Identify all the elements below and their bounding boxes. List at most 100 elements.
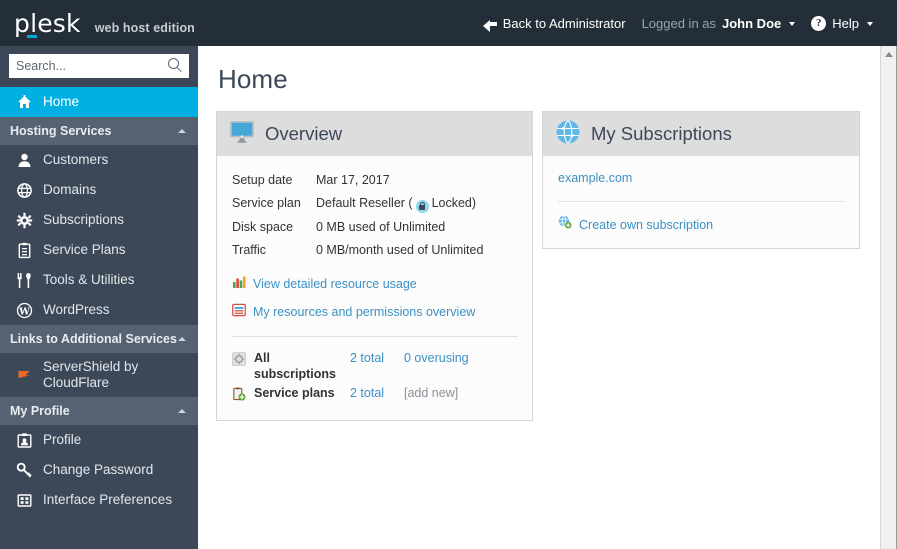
scroll-up-button[interactable] [881,46,897,63]
wordpress-icon: W [16,302,33,319]
top-header-bar: plesk web host edition Back to Administr… [0,0,897,46]
gear-icon [16,212,33,229]
sidebar-item-label: Service Plans [43,242,126,258]
subscription-domain-link[interactable]: example.com [558,171,632,185]
service-plans-total-link[interactable]: 2 total [350,386,384,400]
list-panel-icon [232,303,246,322]
panels-container: Overview Setup date Mar 17, 2017 Service… [216,111,860,421]
view-resource-usage-row[interactable]: View detailed resource usage [232,275,518,294]
stat-name: Service plans [254,385,335,400]
sidebar-item-label: WordPress [43,302,110,318]
divider [558,201,845,202]
bar-chart-icon [232,275,246,294]
sidebar: Home Hosting Services Customers [0,46,198,549]
chevron-down-icon [789,22,796,26]
sidebar-item-label: Interface Preferences [43,492,173,508]
grid-icon [16,492,33,509]
sidebar-item-subscriptions[interactable]: Subscriptions [0,205,198,235]
clipboard-icon [16,242,33,259]
service-plans-add-new-link[interactable]: [add new] [404,386,458,400]
sidebar-section-my-profile[interactable]: My Profile [0,397,198,425]
service-plan-add-icon [232,384,254,407]
body-wrapper: Home Hosting Services Customers [0,46,897,549]
overview-key: Disk space [232,219,294,234]
sidebar-item-label: Change Password [43,462,154,478]
overview-value: Mar 17, 2017 [316,173,390,187]
user-icon [16,152,33,169]
overview-panel-body: Setup date Mar 17, 2017 Service plan Def… [217,156,532,420]
sidebar-item-tools-utilities[interactable]: Tools & Utilities [0,265,198,295]
sidebar-item-label: Customers [43,152,109,168]
sidebar-item-home[interactable]: Home [0,87,198,117]
back-to-administrator-label: Back to Administrator [502,15,626,31]
sidebar-item-interface-preferences[interactable]: Interface Preferences [0,485,198,515]
create-subscription-row[interactable]: Create own subscription [558,215,845,234]
table-row: All subscriptions 2 total 0 overusing [232,349,518,384]
scrollbar-track[interactable] [881,63,897,549]
globe-blue-icon [555,119,581,150]
my-subscriptions-panel: My Subscriptions example.com Create own … [542,111,860,249]
overview-key: Setup date [232,173,293,187]
page-title: Home [218,64,288,94]
page-scrollbar[interactable] [880,46,897,549]
user-name-label: John Doe [722,15,782,31]
table-row: Setup date Mar 17, 2017 [232,169,518,192]
overview-value: 0 MB used of Unlimited [316,219,446,234]
sidebar-item-servershield-cloudflare[interactable]: ServerShield by CloudFlare [0,353,198,397]
sidebar-item-label: Home [43,94,80,110]
chevron-up-icon [178,129,186,133]
logo-accent-underline [26,35,37,38]
view-resource-usage-link[interactable]: View detailed resource usage [253,277,417,291]
tools-icon [16,272,33,289]
flag-icon [16,367,33,384]
create-own-subscription-link[interactable]: Create own subscription [579,218,713,232]
sidebar-item-service-plans[interactable]: Service Plans [0,235,198,265]
chevron-up-icon [885,52,893,57]
sidebar-item-label: Tools & Utilities [43,272,135,288]
plesk-logo[interactable]: plesk web host edition [14,8,195,38]
sidebar-item-customers[interactable]: Customers [0,145,198,175]
chevron-up-icon [178,337,186,341]
overview-value-service-plan: Default Reseller ( Locked) [316,192,518,215]
sidebar-item-domains[interactable]: Domains [0,175,198,205]
search-box[interactable] [9,54,189,78]
sidebar-section-label: Links to Additional Services [10,332,177,346]
overview-panel-title: Overview [265,123,343,144]
sidebar-item-profile[interactable]: Profile [0,425,198,455]
help-menu[interactable]: ? Help [811,15,873,31]
search-input[interactable] [9,54,189,78]
sidebar-filler [0,515,198,549]
plesk-app-window: plesk web host edition Back to Administr… [0,0,897,549]
my-subscriptions-panel-header: My Subscriptions [543,112,859,156]
table-row: Traffic 0 MB/month used of Unlimited [232,239,518,262]
overview-key: Service plan [232,196,301,211]
sidebar-section-label: My Profile [10,404,70,418]
logo-wordmark: plesk [14,8,81,38]
my-subscriptions-panel-body: example.com Create own subscription [543,156,859,248]
sidebar-item-wordpress[interactable]: W WordPress [0,295,198,325]
key-icon [16,462,33,479]
chevron-down-icon [867,22,873,26]
all-subscriptions-total-link[interactable]: 2 total [350,351,384,365]
overview-panel: Overview Setup date Mar 17, 2017 Service… [216,111,533,421]
sidebar-item-label: Subscriptions [43,212,125,228]
sidebar-item-label: Domains [43,182,97,198]
service-plan-value: Default Reseller ( Locked) [316,194,476,213]
back-to-administrator-link[interactable]: Back to Administrator [482,15,626,32]
sidebar-item-change-password[interactable]: Change Password [0,455,198,485]
sidebar-section-links-additional-services[interactable]: Links to Additional Services [0,325,198,353]
overview-key: Traffic [232,243,267,258]
logged-in-as[interactable]: Logged in as John Doe [642,16,796,31]
svg-text:W: W [18,306,30,317]
my-subscriptions-panel-title: My Subscriptions [591,123,732,144]
main-content: Home Overview Setup date Mar 17, 2017 Se… [198,46,880,549]
sidebar-search-row [0,46,198,87]
logged-in-prefix-label: Logged in as [641,15,717,31]
lock-icon [415,199,429,213]
resources-permissions-link[interactable]: My resources and permissions overview [253,305,475,319]
subscriptions-icon [232,349,254,384]
home-icon [16,94,33,111]
resources-permissions-row[interactable]: My resources and permissions overview [232,303,518,322]
sidebar-section-hosting-services[interactable]: Hosting Services [0,117,198,145]
all-subscriptions-overusing-link[interactable]: 0 overusing [404,351,469,365]
